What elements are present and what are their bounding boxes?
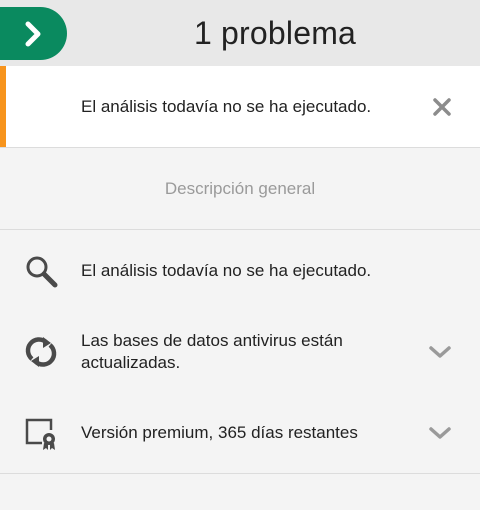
header-bar: 1 problema: [0, 0, 480, 66]
overview-section-title: Descripción general: [0, 148, 480, 230]
search-icon: [24, 254, 58, 288]
back-button[interactable]: [0, 7, 67, 60]
status-item-text: El análisis todavía no se ha ejecutado.: [81, 260, 372, 280]
chevron-down-icon: [429, 427, 451, 439]
chevron-down-icon: [429, 346, 451, 358]
alert-severity-bar: [0, 66, 6, 147]
page-title: 1 problema: [193, 15, 357, 51]
status-item-text: Las bases de datos antivirus están actua…: [81, 330, 343, 372]
alert-text: El análisis todavía no se ha ejecutado.: [81, 97, 372, 116]
dismiss-alert-button[interactable]: [432, 97, 452, 117]
expand-button[interactable]: [428, 344, 452, 360]
status-item-scan[interactable]: El análisis todavía no se ha ejecutado.: [0, 230, 480, 312]
problem-alert-row[interactable]: El análisis todavía no se ha ejecutado.: [0, 66, 480, 148]
app-screen: 1 problema El análisis todavía no se ha …: [0, 0, 480, 510]
status-item-databases[interactable]: Las bases de datos antivirus están actua…: [0, 311, 480, 393]
expand-button[interactable]: [428, 425, 452, 441]
chevron-right-icon: [25, 21, 41, 47]
certificate-icon: [24, 416, 58, 450]
status-item-license[interactable]: Versión premium, 365 días restantes: [0, 392, 480, 474]
refresh-icon: [24, 335, 58, 369]
status-item-text: Versión premium, 365 días restantes: [81, 422, 358, 442]
close-icon: [433, 98, 451, 116]
